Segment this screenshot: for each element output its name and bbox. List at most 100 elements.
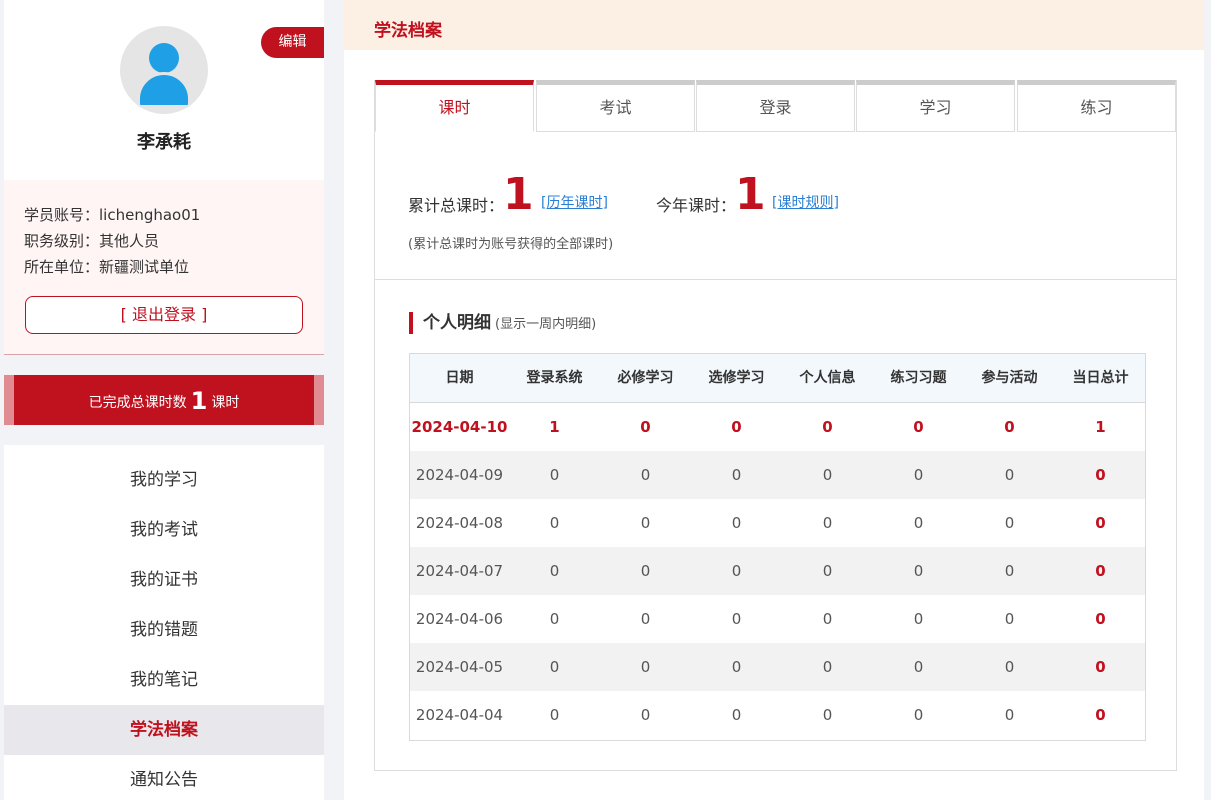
cell-activity: 0 — [1004, 514, 1015, 532]
cell-exercise: 0 — [913, 466, 924, 484]
hours-suffix: 课时 — [211, 395, 240, 411]
year-hours-label: 今年课时： — [656, 196, 737, 215]
cell-personal: 0 — [822, 610, 833, 628]
history-hours-link[interactable]: [历年课时] — [541, 192, 608, 212]
menu-item-my-mistakes[interactable]: 我的错题 — [4, 605, 324, 655]
cell-activity: 0 — [1004, 418, 1015, 436]
table-row: 2024-04-07 0 0 0 0 0 0 0 — [410, 547, 1145, 595]
cell-personal: 0 — [822, 658, 833, 676]
cell-exercise: 0 — [913, 562, 924, 580]
cell-exercise: 0 — [913, 418, 924, 436]
cell-date: 2024-04-05 — [415, 658, 504, 676]
table-row: 2024-04-04 0 0 0 0 0 0 0 — [410, 691, 1145, 739]
menu-item-my-certificate[interactable]: 我的证书 — [4, 555, 324, 605]
cell-personal: 0 — [822, 466, 833, 484]
avatar — [120, 26, 208, 114]
col-date: 日期 — [445, 370, 474, 386]
cell-date: 2024-04-09 — [415, 466, 504, 484]
col-required: 必修学习 — [617, 370, 674, 386]
user-icon — [149, 43, 179, 73]
cell-daily-total: 0 — [1095, 610, 1106, 628]
cell-personal: 0 — [822, 418, 833, 436]
cell-elective: 0 — [731, 658, 742, 676]
cell-daily-total: 0 — [1095, 514, 1106, 532]
unit-text: 所在单位：新疆测试单位 — [24, 258, 190, 276]
cell-login: 0 — [549, 658, 560, 676]
cell-activity: 0 — [1004, 706, 1015, 724]
table-row: 2024-04-06 0 0 0 0 0 0 0 — [410, 595, 1145, 643]
table-row: 2024-04-09 0 0 0 0 0 0 0 — [410, 451, 1145, 499]
cell-daily-total: 0 — [1095, 562, 1106, 580]
main-content: 学法档案 课时 考试 登录 学习 练习 累计总课时： 1 [历年课时] 今年课时… — [344, 0, 1204, 800]
menu-item-my-notes[interactable]: 我的笔记 — [4, 655, 324, 705]
cell-date: 2024-04-07 — [415, 562, 504, 580]
cell-exercise: 0 — [913, 610, 924, 628]
cell-activity: 0 — [1004, 562, 1015, 580]
record-panel: 课时 考试 登录 学习 练习 累计总课时： 1 [历年课时] 今年课时： 1 [… — [374, 80, 1177, 771]
cell-login: 0 — [549, 706, 560, 724]
cell-required: 0 — [640, 562, 651, 580]
hours-value: 1 — [190, 387, 208, 415]
cell-elective: 0 — [731, 466, 742, 484]
edit-button[interactable]: 编辑 — [261, 27, 324, 58]
cell-login: 0 — [549, 466, 560, 484]
col-personal: 个人信息 — [799, 370, 856, 386]
detail-table: 日期 登录系统 必修学习 选修学习 个人信息 练习习题 参与活动 当日总计 20… — [409, 353, 1146, 741]
tab-exam[interactable]: 考试 — [536, 80, 695, 132]
hours-rules-link[interactable]: [课时规则] — [772, 192, 839, 212]
cell-elective: 0 — [731, 514, 742, 532]
cell-personal: 0 — [822, 706, 833, 724]
hours-summary: 累计总课时： 1 [历年课时] 今年课时： 1 [课时规则] (累计总课时为账号… — [375, 132, 1176, 280]
total-hours-label: 累计总课时： — [408, 196, 505, 215]
cell-daily-total: 0 — [1095, 658, 1106, 676]
tab-hours[interactable]: 课时 — [375, 80, 534, 132]
menu-item-my-exam[interactable]: 我的考试 — [4, 505, 324, 555]
col-exercise: 练习习题 — [890, 370, 947, 386]
detail-heading: 个人明细 (显示一周内明细) — [409, 312, 596, 334]
page-title: 学法档案 — [374, 21, 442, 41]
cell-required: 0 — [640, 658, 651, 676]
menu-item-notices[interactable]: 通知公告 — [4, 755, 324, 800]
cell-exercise: 0 — [913, 514, 924, 532]
cell-elective: 0 — [731, 610, 742, 628]
logout-button[interactable]: [ 退出登录 ] — [25, 296, 303, 334]
user-info: 学员账号：lichenghao01 职务级别：其他人员 所在单位：新疆测试单位 … — [4, 180, 324, 355]
tab-practice[interactable]: 练习 — [1017, 80, 1176, 132]
cell-required: 0 — [640, 706, 651, 724]
tab-study[interactable]: 学习 — [856, 80, 1015, 132]
menu-item-my-study[interactable]: 我的学习 — [4, 455, 324, 505]
cell-elective: 0 — [731, 706, 742, 724]
table-header: 日期 登录系统 必修学习 选修学习 个人信息 练习习题 参与活动 当日总计 — [410, 354, 1145, 403]
cell-elective: 0 — [731, 418, 742, 436]
user-name: 李承耗 — [137, 132, 191, 153]
cell-required: 0 — [640, 466, 651, 484]
cell-personal: 0 — [822, 562, 833, 580]
cell-elective: 0 — [731, 562, 742, 580]
total-hours-bar: 已完成总课时数 1 课时 — [4, 375, 324, 425]
tab-login[interactable]: 登录 — [696, 80, 855, 132]
year-hours-value: 1 — [735, 169, 766, 220]
cell-required: 0 — [640, 514, 651, 532]
cell-login: 1 — [549, 418, 560, 436]
total-hours-value: 1 — [503, 169, 534, 220]
profile-card: 编辑 李承耗 — [4, 0, 324, 180]
cell-required: 0 — [640, 418, 651, 436]
cell-date: 2024-04-08 — [415, 514, 504, 532]
cell-login: 0 — [549, 514, 560, 532]
cell-exercise: 0 — [913, 658, 924, 676]
cell-daily-total: 1 — [1095, 418, 1106, 436]
side-menu: 我的学习 我的考试 我的证书 我的错题 我的笔记 学法档案 通知公告 — [4, 445, 324, 800]
cell-date: 2024-04-10 — [411, 418, 508, 436]
hours-prefix: 已完成总课时数 — [88, 395, 187, 411]
cell-exercise: 0 — [913, 706, 924, 724]
table-row: 2024-04-08 0 0 0 0 0 0 0 — [410, 499, 1145, 547]
page-header: 学法档案 — [344, 0, 1204, 50]
tab-bar: 课时 考试 登录 学习 练习 — [375, 80, 1178, 132]
cell-personal: 0 — [822, 514, 833, 532]
account-text: 学员账号：lichenghao01 — [24, 206, 201, 224]
cell-login: 0 — [549, 610, 560, 628]
cell-login: 0 — [549, 562, 560, 580]
menu-item-study-record[interactable]: 学法档案 — [4, 705, 324, 755]
cell-required: 0 — [640, 610, 651, 628]
table-row: 2024-04-10 1 0 0 0 0 0 1 — [410, 403, 1145, 451]
